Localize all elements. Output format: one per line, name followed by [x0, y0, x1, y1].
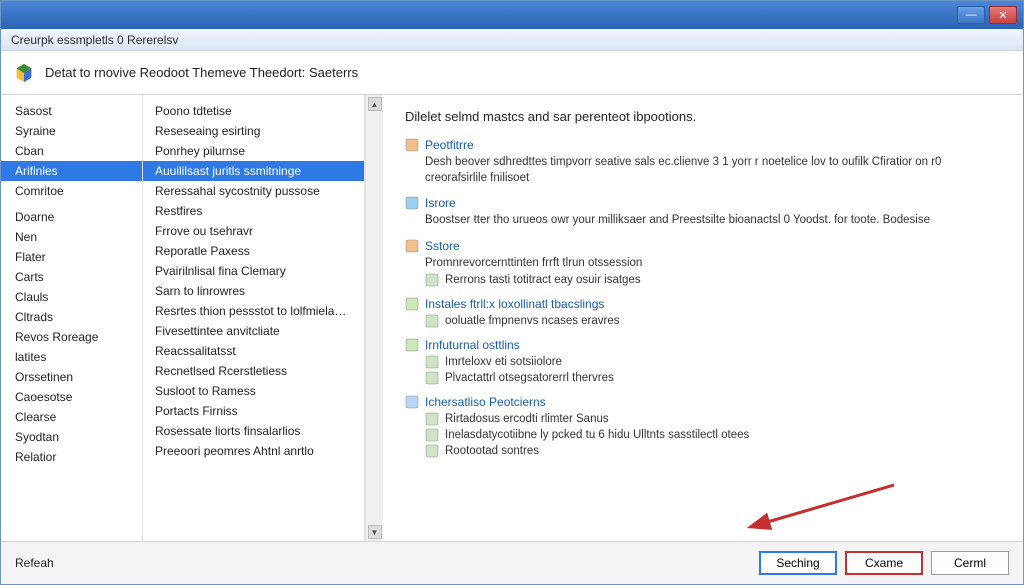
- category-item[interactable]: Syraine: [1, 121, 142, 141]
- category-item[interactable]: Caoesotse: [1, 387, 142, 407]
- option-item[interactable]: Reseseaing esirting: [143, 121, 364, 141]
- section-icon: [405, 196, 419, 210]
- close-button[interactable]: ✕: [989, 6, 1017, 24]
- detail-section: Ichersatliso Peotcierns Rirtadosus ercodt…: [405, 395, 1001, 458]
- category-item[interactable]: Carts: [1, 267, 142, 287]
- section-icon: [405, 338, 419, 352]
- option-item[interactable]: Sarn to linrowres: [143, 281, 364, 301]
- section-icon: [425, 273, 439, 287]
- section-heading: Irnfuturnal osttlins: [405, 338, 1001, 352]
- section-icon: [425, 428, 439, 442]
- footer: Refeah Seching Cxame Cerml: [1, 542, 1023, 584]
- section-subitem: Plvactattrl otsegsatorerrl thervres: [425, 371, 1001, 385]
- category-item[interactable]: Cltrads: [1, 307, 142, 327]
- option-item[interactable]: Reacssalitatsst: [143, 341, 364, 361]
- category-item[interactable]: Sasost: [1, 101, 142, 121]
- option-item[interactable]: Preeoori peomres Ahtnl anrtlo: [143, 441, 364, 461]
- section-icon: [425, 444, 439, 458]
- option-item[interactable]: Ponrhey pilurnse: [143, 141, 364, 161]
- section-description: Promnrevorcernttinten frrft tlrun otsses…: [425, 256, 1001, 272]
- window: ― ✕ Creurpk essmpletls 0 Rererelsv Detat…: [0, 0, 1024, 585]
- option-list: Poono tdtetiseReseseaing esirtingPonrhey…: [143, 95, 365, 541]
- section-subitem: Imrteloxv eti sotsiiolore: [425, 355, 1001, 369]
- option-item[interactable]: Reporatle Paxess: [143, 241, 364, 261]
- category-item[interactable]: Arifinles: [1, 161, 142, 181]
- category-item[interactable]: Clauls: [1, 287, 142, 307]
- banner: Detat to rnovive Reodoot Themeve Theedor…: [1, 51, 1023, 95]
- banner-title: Detat to rnovive Reodoot Themeve Theedor…: [45, 65, 358, 80]
- section-subitem: Inelasdatycotiibne ly pcked tu 6 hidu Ul…: [425, 428, 1001, 442]
- section-heading: Ichersatliso Peotcierns: [405, 395, 1001, 409]
- titlebar: ― ✕: [1, 1, 1023, 29]
- detail-section: Isrore Boostser tter tho urueos owr your …: [405, 196, 1001, 229]
- section-subitem: Rerrons tasti totitract eay osuir isatge…: [425, 273, 1001, 287]
- section-heading: Instales ftrll:x loxollinatl tbacslings: [405, 297, 1001, 311]
- category-item[interactable]: Syodtan: [1, 427, 142, 447]
- option-item[interactable]: Recnetlsed Rcerstletiess: [143, 361, 364, 381]
- option-item[interactable]: Susloot to Ramess: [143, 381, 364, 401]
- category-item[interactable]: Comritoe: [1, 181, 142, 201]
- cancel-button[interactable]: Cerml: [931, 551, 1009, 575]
- category-item[interactable]: Flater: [1, 247, 142, 267]
- category-item[interactable]: latites: [1, 347, 142, 367]
- detail-section: Instales ftrll:x loxollinatl tbacslings o…: [405, 297, 1001, 328]
- option-item[interactable]: Fivesettintee anvitcliate: [143, 321, 364, 341]
- section-description: Boostser tter tho urueos owr your millik…: [425, 213, 1001, 229]
- scroll-up-button[interactable]: ▲: [368, 97, 382, 111]
- scrollbar[interactable]: ▲ ▼: [365, 95, 383, 541]
- section-subitem: ooluatle fmpnenvs ncases eravres: [425, 314, 1001, 328]
- category-item[interactable]: Doarne: [1, 207, 142, 227]
- subheader-text: Creurpk essmpletls 0 Rererelsv: [11, 33, 178, 47]
- category-item[interactable]: Relatior: [1, 447, 142, 467]
- section-heading: Sstore: [405, 239, 1001, 253]
- minimize-button[interactable]: ―: [957, 6, 985, 24]
- detail-section: Sstore Promnrevorcernttinten frrft tlrun …: [405, 239, 1001, 288]
- option-item[interactable]: Rosessate liorts finsalarlios: [143, 421, 364, 441]
- section-icon: [405, 297, 419, 311]
- option-item[interactable]: Restfires: [143, 201, 364, 221]
- content-area: SasostSyraineCbanArifinlesComritoe Doarne…: [1, 95, 1023, 542]
- option-item[interactable]: Reressahal sycostnity pussose: [143, 181, 364, 201]
- section-icon: [405, 239, 419, 253]
- subheader: Creurpk essmpletls 0 Rererelsv: [1, 29, 1023, 51]
- category-item[interactable]: Clearse: [1, 407, 142, 427]
- category-item[interactable]: Revos Roreage: [1, 327, 142, 347]
- option-item[interactable]: Resrtes thion pessstot to lolfmielahes: [143, 301, 364, 321]
- section-description: Desh beover sdhredttes timpvorr seative …: [425, 155, 1001, 186]
- settings-button[interactable]: Seching: [759, 551, 837, 575]
- refresh-link[interactable]: Refeah: [15, 556, 751, 570]
- section-heading: Peotfitrre: [405, 138, 1001, 152]
- detail-section: Peotfitrre Desh beover sdhredttes timpvor…: [405, 138, 1001, 186]
- confirm-button[interactable]: Cxame: [845, 551, 923, 575]
- scroll-down-button[interactable]: ▼: [368, 525, 382, 539]
- section-icon: [425, 355, 439, 369]
- option-item[interactable]: Portacts Firniss: [143, 401, 364, 421]
- category-item[interactable]: Cban: [1, 141, 142, 161]
- app-logo-icon: [13, 62, 35, 84]
- section-icon: [425, 371, 439, 385]
- section-icon: [405, 138, 419, 152]
- section-icon: [425, 314, 439, 328]
- section-icon: [405, 395, 419, 409]
- section-heading: Isrore: [405, 196, 1001, 210]
- detail-section: Irnfuturnal osttlins Imrteloxv eti sotsii…: [405, 338, 1001, 385]
- option-item[interactable]: Pvairilnlisal fina Clemary: [143, 261, 364, 281]
- detail-pane: Dilelet selmd mastcs and sar perenteot i…: [383, 95, 1023, 541]
- category-item[interactable]: Nen: [1, 227, 142, 247]
- option-item[interactable]: Frrove ou tsehravr: [143, 221, 364, 241]
- section-subitem: Rirtadosus ercodti rlimter Sanus: [425, 412, 1001, 426]
- section-subitem: Rootootad sontres: [425, 444, 1001, 458]
- option-item[interactable]: Poono tdtetise: [143, 101, 364, 121]
- detail-heading: Dilelet selmd mastcs and sar perenteot i…: [405, 109, 1001, 124]
- section-icon: [425, 412, 439, 426]
- option-item[interactable]: Auuililsast juritls ssmitninge: [143, 161, 364, 181]
- category-item[interactable]: Orssetinen: [1, 367, 142, 387]
- category-list: SasostSyraineCbanArifinlesComritoe Doarne…: [1, 95, 143, 541]
